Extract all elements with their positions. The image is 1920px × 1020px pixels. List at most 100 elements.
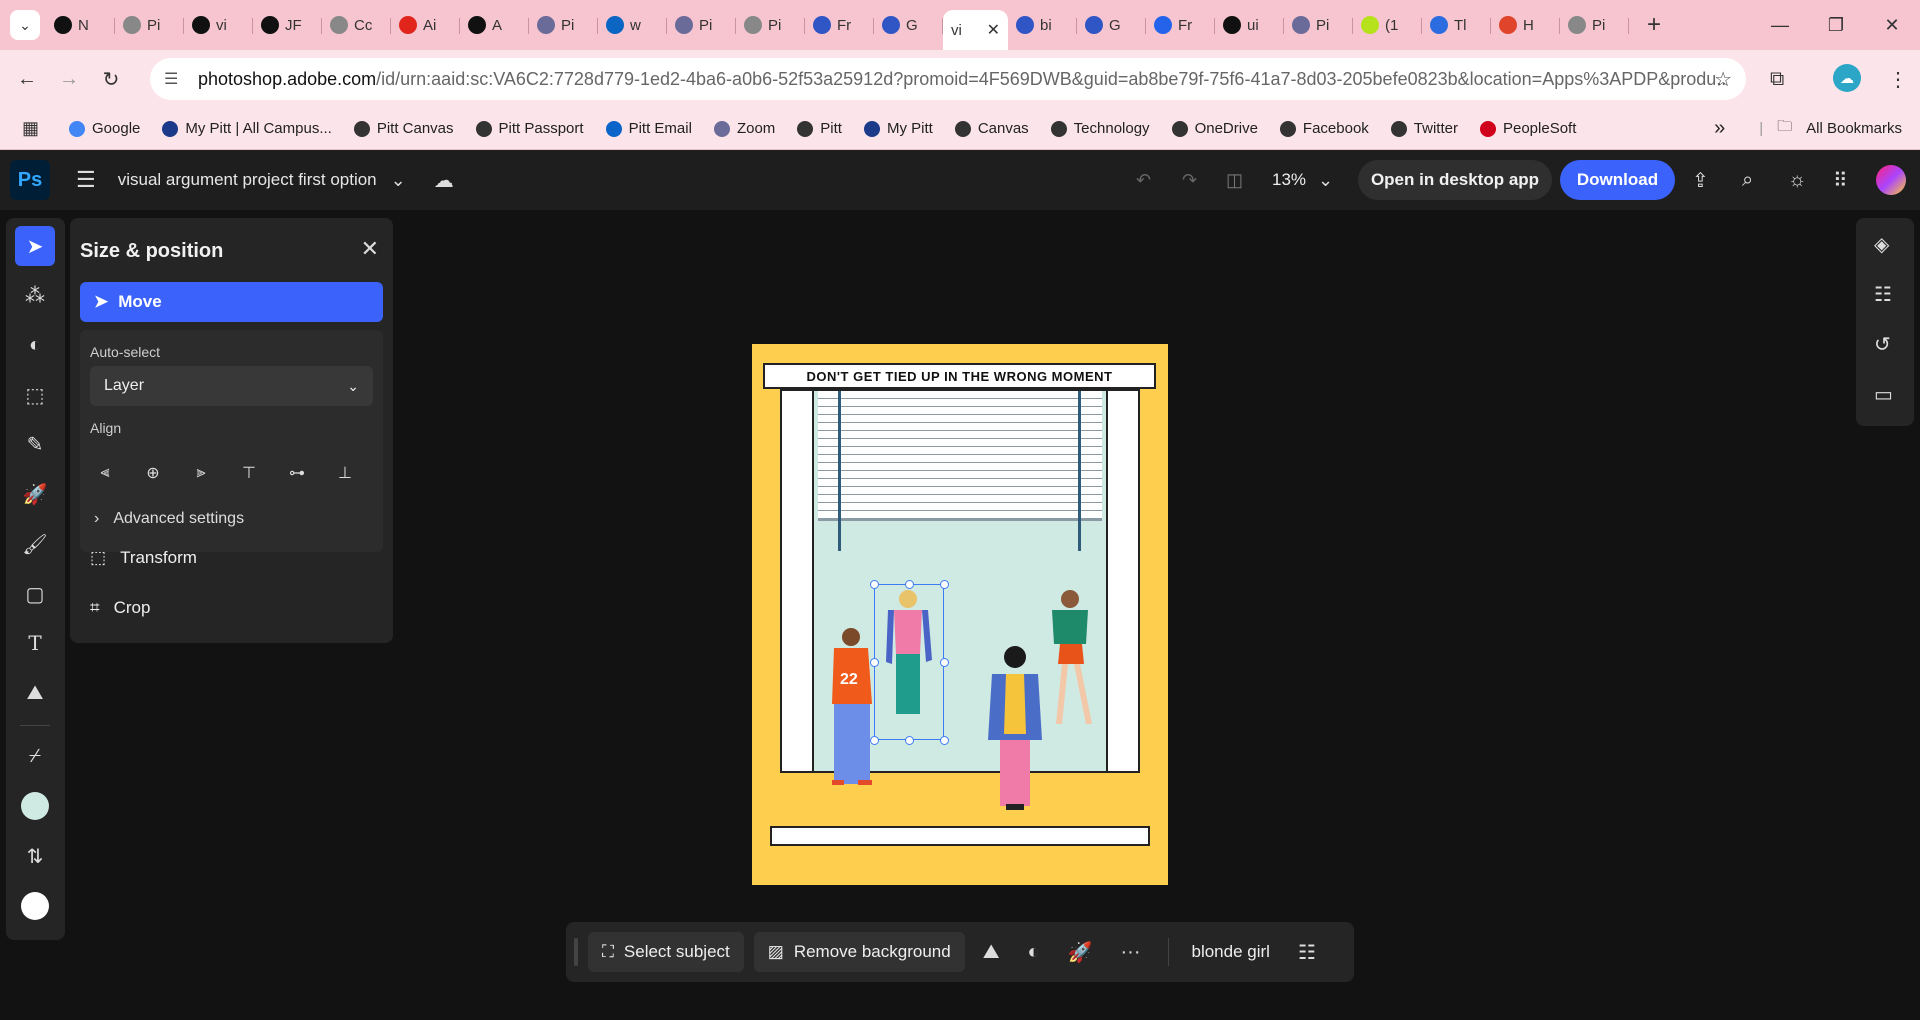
zoom-chevron-icon[interactable]: ⌄: [1318, 170, 1333, 191]
move-tool-icon[interactable]: ➤: [15, 226, 55, 266]
layers-icon[interactable]: ◈: [1874, 232, 1889, 257]
bookmark-item[interactable]: Technology: [1050, 120, 1150, 137]
bookmark-item[interactable]: Pitt: [797, 120, 842, 137]
comments-icon[interactable]: ▭: [1874, 382, 1893, 407]
bookmark-item[interactable]: Zoom: [713, 120, 775, 137]
selection-bounding-box[interactable]: [874, 584, 944, 740]
transform-handle[interactable]: [905, 580, 914, 589]
browser-tab[interactable]: A: [460, 8, 529, 42]
browser-tab[interactable]: Pi: [115, 8, 184, 42]
bookmark-item[interactable]: My Pitt | All Campus...: [162, 120, 332, 137]
back-button[interactable]: ←: [6, 68, 48, 91]
compare-icon[interactable]: ◫: [1226, 170, 1243, 191]
user-avatar[interactable]: [1876, 165, 1906, 195]
select-subject-button[interactable]: ⛶ Select subject: [588, 932, 744, 972]
hamburger-menu-icon[interactable]: ☰: [76, 167, 96, 193]
extensions-icon[interactable]: ⧉: [1770, 68, 1784, 91]
crop-item[interactable]: ⌗ Crop: [90, 598, 150, 618]
transform-handle[interactable]: [870, 580, 879, 589]
reload-button[interactable]: ↻: [90, 67, 132, 92]
document-name[interactable]: visual argument project first option: [118, 170, 377, 190]
transform-item[interactable]: ⬚ Transform: [90, 548, 197, 568]
profile-avatar[interactable]: ☁: [1833, 64, 1861, 92]
advanced-settings-toggle[interactable]: › Advanced settings: [94, 510, 244, 528]
browser-tab[interactable]: Pi: [736, 8, 805, 42]
redo-icon[interactable]: ↷: [1182, 170, 1197, 191]
browser-tab[interactable]: ui: [1215, 8, 1284, 42]
bookmark-star-icon[interactable]: ☆: [1714, 67, 1732, 92]
browser-tab[interactable]: H: [1491, 8, 1560, 42]
align-center-horizontal-icon[interactable]: ⊕: [138, 458, 168, 488]
new-tab-button[interactable]: +: [1639, 11, 1669, 39]
browser-tab[interactable]: Pi: [1560, 8, 1629, 42]
bookmark-item[interactable]: Pitt Email: [605, 120, 692, 137]
drag-handle[interactable]: [574, 938, 578, 966]
layer-name[interactable]: blonde girl: [1191, 942, 1269, 962]
forward-button[interactable]: →: [48, 68, 90, 91]
history-icon[interactable]: ↺: [1874, 332, 1891, 357]
browser-tab[interactable]: vi: [184, 8, 253, 42]
chevron-down-icon[interactable]: ⌄: [391, 170, 406, 191]
foreground-color-swatch[interactable]: [15, 786, 55, 826]
quick-actions-rocket-icon[interactable]: 🚀: [15, 474, 55, 514]
bookmark-item[interactable]: OneDrive: [1171, 120, 1258, 137]
bookmark-item[interactable]: Twitter: [1390, 120, 1458, 137]
lightbulb-icon[interactable]: ☼: [1788, 169, 1806, 192]
browser-tab[interactable]: vi ✕: [943, 10, 1008, 50]
bookmark-item[interactable]: Pitt Passport: [475, 120, 584, 137]
transform-handle[interactable]: [940, 736, 949, 745]
eyedropper-icon[interactable]: ⌿: [15, 736, 55, 776]
minimize-icon[interactable]: —: [1752, 15, 1808, 36]
transform-handle[interactable]: [870, 736, 879, 745]
transform-handle[interactable]: [940, 658, 949, 667]
adjust-icon[interactable]: ◐: [1028, 941, 1040, 964]
bookmark-item[interactable]: Pitt Canvas: [353, 120, 454, 137]
browser-tab[interactable]: Fr: [805, 8, 874, 42]
swap-colors-icon[interactable]: ⇅: [15, 836, 55, 876]
apps-grid-icon[interactable]: ⠿: [1833, 168, 1848, 193]
align-top-icon[interactable]: ⊤: [234, 458, 264, 488]
browser-tab[interactable]: Ai: [391, 8, 460, 42]
browser-tab[interactable]: (1: [1353, 8, 1422, 42]
undo-icon[interactable]: ↶: [1136, 170, 1151, 191]
browser-tab[interactable]: Cc: [322, 8, 391, 42]
more-bookmarks-icon[interactable]: »: [1714, 117, 1725, 140]
download-button[interactable]: Download: [1560, 160, 1675, 200]
share-icon[interactable]: ⇪: [1692, 168, 1709, 193]
bookmark-item[interactable]: Canvas: [954, 120, 1029, 137]
background-color-swatch[interactable]: [15, 886, 55, 926]
move-button[interactable]: ➤ Move: [80, 282, 383, 322]
browser-tab[interactable]: G: [874, 8, 943, 42]
transform-handle[interactable]: [870, 658, 879, 667]
restore-icon[interactable]: ❐: [1808, 15, 1864, 36]
transform-handle[interactable]: [905, 736, 914, 745]
cloud-icon[interactable]: ☁: [434, 168, 454, 193]
adjustments-icon[interactable]: ☷: [1874, 282, 1892, 307]
remove-background-button[interactable]: ▨ Remove background: [753, 932, 965, 972]
text-tool-icon[interactable]: T: [15, 623, 55, 663]
menu-kebab-icon[interactable]: ⋮: [1888, 67, 1908, 92]
select-tool-icon[interactable]: ⬚: [15, 375, 55, 415]
apps-grid-icon[interactable]: ▦: [22, 118, 39, 139]
close-icon[interactable]: ✕: [361, 236, 379, 262]
bookmark-item[interactable]: My Pitt: [863, 120, 933, 137]
site-settings-icon[interactable]: ☰: [164, 69, 186, 89]
browser-tab[interactable]: G: [1077, 8, 1146, 42]
add-image-icon[interactable]: ⛰: [15, 673, 55, 713]
bookmark-item[interactable]: Google: [69, 120, 140, 137]
bookmark-item[interactable]: Facebook: [1279, 120, 1369, 137]
align-right-icon[interactable]: ⫸: [186, 458, 216, 488]
layer-properties-icon[interactable]: ☷: [1298, 940, 1316, 965]
close-tab-icon[interactable]: ✕: [987, 20, 1000, 40]
transform-handle[interactable]: [940, 580, 949, 589]
zoom-level[interactable]: 13%: [1272, 170, 1306, 190]
quick-actions-rocket-icon[interactable]: 🚀: [1068, 940, 1093, 965]
brush-icon[interactable]: 🖌: [15, 524, 55, 564]
rectangle-shape-icon[interactable]: ▢: [15, 574, 55, 614]
url-input[interactable]: ☰ photoshop.adobe.com/id/urn:aaid:sc:VA6…: [150, 58, 1746, 100]
search-icon[interactable]: ⌕: [1742, 169, 1753, 192]
quick-select-tool-icon[interactable]: ⁂: [15, 275, 55, 315]
browser-tab[interactable]: Tl: [1422, 8, 1491, 42]
adjust-tool-icon[interactable]: ◐: [15, 325, 55, 365]
document-canvas[interactable]: DON'T GET TIED UP IN THE WRONG MOMENT 22: [752, 344, 1168, 885]
